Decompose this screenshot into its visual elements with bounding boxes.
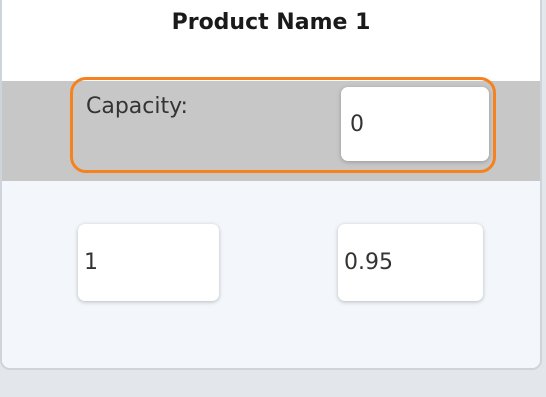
- values-row: 1 0.95: [2, 181, 540, 368]
- factor-input[interactable]: 0.95: [338, 224, 483, 301]
- capacity-input[interactable]: 0: [341, 87, 489, 161]
- quantity-input[interactable]: 1: [78, 224, 219, 301]
- capacity-row: Capacity: 0: [2, 77, 540, 181]
- product-header: Product Name 1: [2, 0, 540, 81]
- capacity-label: Capacity:: [86, 94, 188, 119]
- product-card: Product Name 1 Capacity: 0 1 0.95: [0, 0, 542, 370]
- capacity-highlight-box: Capacity: 0: [70, 77, 496, 173]
- product-title: Product Name 1: [171, 10, 371, 35]
